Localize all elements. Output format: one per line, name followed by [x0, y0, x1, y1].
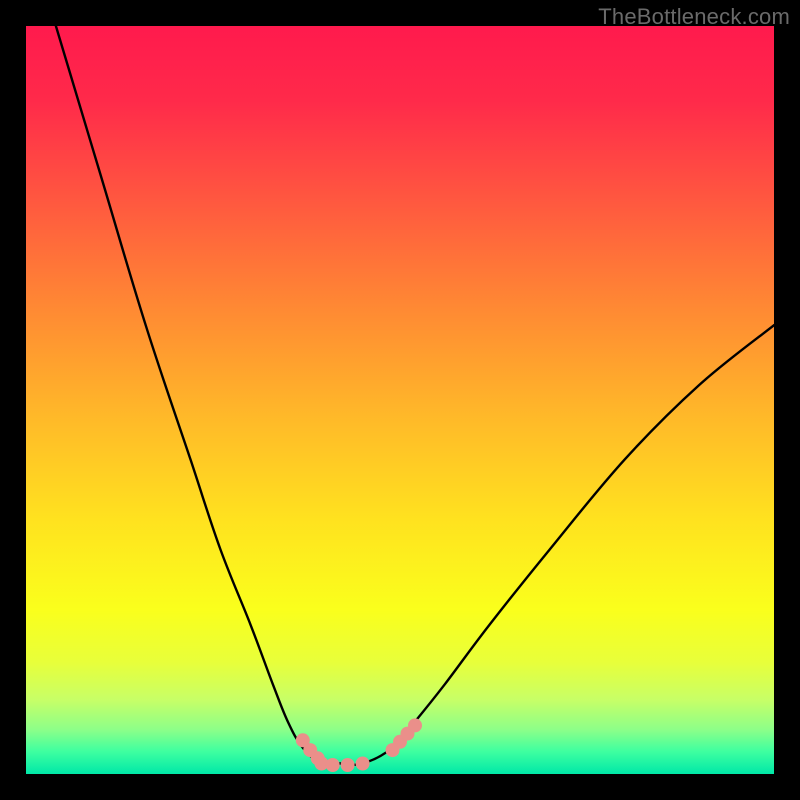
right-ascent-marker [408, 718, 422, 732]
plot-area [26, 26, 774, 774]
chart-frame: TheBottleneck.com [0, 0, 800, 800]
valley-markers [296, 718, 422, 772]
valley-floor-marker [326, 758, 340, 772]
valley-floor-marker [356, 757, 370, 771]
curve-svg [26, 26, 774, 774]
valley-floor-marker [341, 758, 355, 772]
bottleneck-curve-path [56, 26, 774, 765]
